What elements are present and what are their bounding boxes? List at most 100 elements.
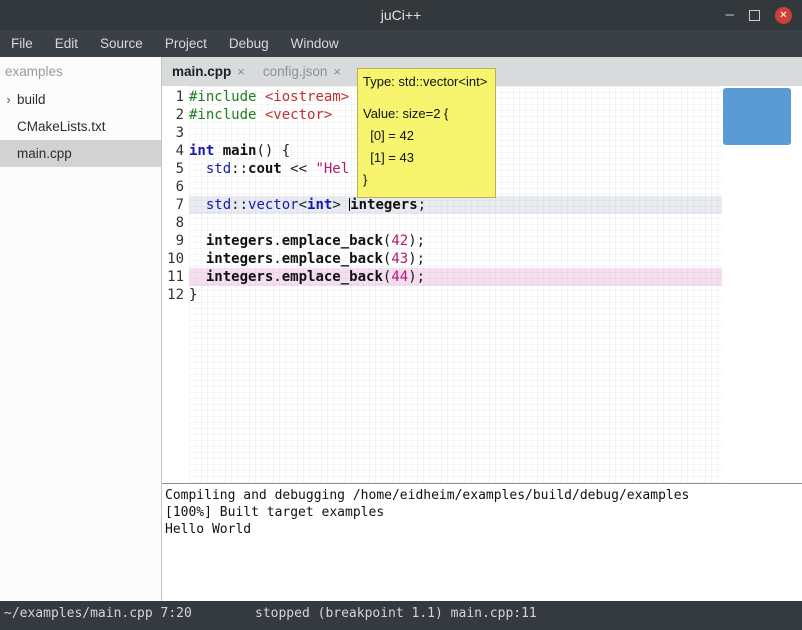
- line-number[interactable]: 11: [162, 268, 189, 286]
- code-line-11[interactable]: integers.emplace_back(44);: [189, 268, 722, 286]
- code-token: [189, 161, 206, 177]
- code-token: () {: [256, 143, 290, 159]
- window-controls: – ✕: [726, 0, 792, 30]
- code-token: std: [206, 197, 231, 213]
- tree-item-label: CMakeLists.txt: [17, 119, 106, 134]
- code-line-7[interactable]: std::vector<int> integers;: [189, 196, 722, 214]
- menu-item-window[interactable]: Window: [280, 30, 350, 57]
- tooltip-value-line: }: [363, 169, 487, 191]
- code-token: integers: [206, 269, 273, 285]
- window-title: juCi++: [0, 7, 802, 23]
- tree-item-main-cpp[interactable]: main.cpp: [0, 140, 161, 167]
- minimize-icon[interactable]: –: [726, 0, 734, 30]
- code-token: #include: [189, 107, 256, 123]
- tab-close-icon[interactable]: ×: [333, 64, 341, 79]
- code-token: integers: [206, 233, 273, 249]
- code-token: );: [408, 251, 425, 267]
- status-bar: ~/examples/main.cpp 7:20 stopped (breakp…: [0, 601, 802, 630]
- code-token: .: [273, 269, 281, 285]
- code-token: cout: [248, 161, 282, 177]
- menu-item-edit[interactable]: Edit: [44, 30, 89, 57]
- tooltip-value-line: [1] = 43: [363, 147, 487, 169]
- code-token: "Hel: [315, 161, 349, 177]
- code-token: }: [189, 287, 197, 303]
- tooltip-value-block: Value: size=2 { [0] = 42 [1] = 43}: [363, 103, 487, 191]
- code-token: [189, 197, 206, 213]
- tooltip-value-line: Value: size=2 {: [363, 103, 487, 125]
- code-token: <<: [282, 161, 316, 177]
- terminal-line: [100%] Built target examples: [165, 504, 802, 521]
- line-number-gutter[interactable]: 123456789101112: [162, 86, 189, 483]
- line-number[interactable]: 7: [162, 196, 189, 214]
- maximize-icon[interactable]: [749, 10, 760, 21]
- code-token: ;: [418, 197, 426, 213]
- code-token: [189, 233, 206, 249]
- code-token: [256, 107, 264, 123]
- code-token: int: [189, 143, 214, 159]
- line-number[interactable]: 5: [162, 160, 189, 178]
- tab-main-cpp[interactable]: main.cpp ×: [172, 64, 245, 79]
- tab-close-icon[interactable]: ×: [237, 64, 245, 79]
- code-token: integers: [206, 251, 273, 267]
- code-token: <iostream>: [265, 89, 349, 105]
- code-line-8[interactable]: [189, 214, 722, 232]
- tree-item-cmakelists-txt[interactable]: CMakeLists.txt: [0, 113, 161, 140]
- title-bar[interactable]: juCi++ – ✕: [0, 0, 802, 30]
- tab-label: main.cpp: [172, 64, 231, 79]
- status-file-position: ~/examples/main.cpp 7:20: [4, 601, 192, 627]
- terminal-line: Hello World: [165, 521, 802, 538]
- line-number[interactable]: 10: [162, 250, 189, 268]
- code-token: [189, 251, 206, 267]
- code-line-10[interactable]: integers.emplace_back(43);: [189, 250, 722, 268]
- tree-item-label: build: [17, 92, 46, 107]
- scrollbar-thumb[interactable]: [723, 88, 791, 145]
- debug-value-tooltip: Type: std::vector<int> Value: size=2 { […: [357, 68, 496, 198]
- code-token: emplace_back: [282, 233, 383, 249]
- menu-bar: FileEditSourceProjectDebugWindow: [0, 30, 802, 57]
- code-line-9[interactable]: integers.emplace_back(42);: [189, 232, 722, 250]
- terminal-line: Compiling and debugging /home/eidheim/ex…: [165, 487, 802, 504]
- code-token: int: [307, 197, 332, 213]
- line-number[interactable]: 9: [162, 232, 189, 250]
- code-token: .: [273, 233, 281, 249]
- menu-item-source[interactable]: Source: [89, 30, 154, 57]
- line-number[interactable]: 2: [162, 106, 189, 124]
- line-number[interactable]: 12: [162, 286, 189, 304]
- code-token: );: [408, 233, 425, 249]
- tooltip-value-line: [0] = 42: [363, 125, 487, 147]
- code-token: #include: [189, 89, 256, 105]
- code-token: emplace_back: [282, 251, 383, 267]
- menu-item-project[interactable]: Project: [154, 30, 218, 57]
- menu-item-file[interactable]: File: [0, 30, 44, 57]
- tree-item-build[interactable]: ›build: [0, 86, 161, 113]
- juci-window: juCi++ – ✕ FileEditSourceProjectDebugWin…: [0, 0, 802, 630]
- code-token: emplace_back: [282, 269, 383, 285]
- file-tree: ›build CMakeLists.txt main.cpp: [0, 86, 161, 167]
- code-token: std: [206, 161, 231, 177]
- file-tree-panel: examples ›build CMakeLists.txt main.cpp: [0, 57, 161, 601]
- code-token: >: [332, 197, 349, 213]
- terminal-output[interactable]: Compiling and debugging /home/eidheim/ex…: [162, 484, 802, 601]
- chevron-right-icon[interactable]: ›: [0, 92, 17, 107]
- code-token: 43: [391, 251, 408, 267]
- close-icon[interactable]: ✕: [775, 7, 792, 24]
- tooltip-type-line: Type: std::vector<int>: [363, 73, 487, 91]
- code-token: vector: [248, 197, 299, 213]
- menu-item-debug[interactable]: Debug: [218, 30, 280, 57]
- tab-config-json[interactable]: config.json ×: [263, 64, 341, 79]
- line-number[interactable]: 1: [162, 88, 189, 106]
- code-token: 44: [391, 269, 408, 285]
- code-token: [256, 89, 264, 105]
- project-name: examples: [0, 57, 161, 86]
- tree-item-label: main.cpp: [17, 146, 72, 161]
- code-token: <: [299, 197, 307, 213]
- line-number[interactable]: 6: [162, 178, 189, 196]
- tab-label: config.json: [263, 64, 328, 79]
- status-debug-state: stopped (breakpoint 1.1) main.cpp:11: [255, 601, 537, 627]
- code-token: [189, 269, 206, 285]
- line-number[interactable]: 4: [162, 142, 189, 160]
- code-line-12[interactable]: }: [189, 286, 722, 304]
- line-number[interactable]: 8: [162, 214, 189, 232]
- line-number[interactable]: 3: [162, 124, 189, 142]
- code-token: integers: [350, 197, 417, 213]
